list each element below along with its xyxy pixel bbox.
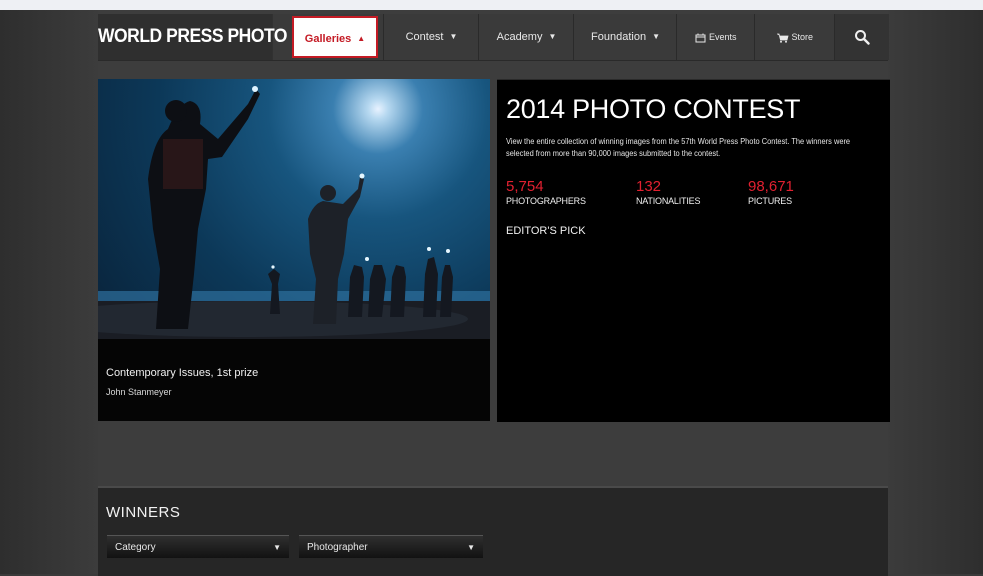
contest-title: 2014 PHOTO CONTEST xyxy=(506,94,801,124)
category-select-value: Category xyxy=(115,542,156,553)
photographer-select[interactable]: Photographer ▼ xyxy=(299,535,483,558)
photo-caption-author[interactable]: John Stanmeyer xyxy=(106,387,172,397)
nav-store[interactable]: Store xyxy=(754,14,835,60)
nav-foundation[interactable]: Foundation ▼ xyxy=(573,14,677,60)
winners-section: WINNERS Category ▼ Photographer ▼ xyxy=(98,486,888,576)
main-navigation: WORLD PRESS PHOTO Galleries ▲ Contest ▼ Ac… xyxy=(98,14,889,61)
stat-label: NATIONALITIES xyxy=(636,196,701,206)
chevron-down-icon: ▼ xyxy=(273,543,281,552)
nav-galleries[interactable]: Galleries ▲ xyxy=(292,16,378,58)
stat-value: 132 xyxy=(636,178,662,195)
nav-academy-label: Academy xyxy=(496,31,543,43)
nav-store-label: Store xyxy=(791,32,814,42)
cart-icon xyxy=(776,33,789,43)
nav-contest-label: Contest xyxy=(405,31,444,43)
browser-top-strip xyxy=(0,0,983,10)
nav-events[interactable]: Events xyxy=(676,14,755,60)
photo-caption-title[interactable]: Contemporary Issues, 1st prize xyxy=(106,367,258,379)
nav-foundation-label: Foundation xyxy=(591,31,647,43)
nav-events-label: Events xyxy=(709,32,737,42)
stat-label: PICTURES xyxy=(748,196,792,206)
calendar-icon xyxy=(695,33,706,43)
photographer-select-value: Photographer xyxy=(307,542,368,553)
editors-pick-heading: EDITOR'S PICK xyxy=(506,225,586,237)
search-button[interactable] xyxy=(834,14,889,60)
editors-pick-content[interactable] xyxy=(497,242,890,422)
chevron-down-icon: ▼ xyxy=(652,32,660,42)
photo-illustration xyxy=(98,86,490,339)
search-icon xyxy=(855,30,870,45)
stat-value: 5,754 xyxy=(506,178,544,195)
nav-contest[interactable]: Contest ▼ xyxy=(383,14,479,60)
chevron-down-icon: ▼ xyxy=(467,543,475,552)
contest-panel: 2014 PHOTO CONTEST View the entire colle… xyxy=(497,79,890,422)
stat-nationalities: 132 NATIONALITIES xyxy=(636,178,700,206)
featured-photo[interactable] xyxy=(98,79,490,339)
chevron-down-icon: ▼ xyxy=(548,32,557,42)
page-background-right xyxy=(885,10,983,574)
winners-heading: WINNERS xyxy=(106,504,181,521)
stat-label: PHOTOGRAPHERS xyxy=(506,196,586,206)
site-logo[interactable]: WORLD PRESS PHOTO xyxy=(98,14,287,60)
chevron-up-icon: ▲ xyxy=(357,34,366,44)
nav-galleries-label: Galleries xyxy=(304,33,352,45)
nav-academy[interactable]: Academy ▼ xyxy=(478,14,574,60)
stat-photographers: 5,754 PHOTOGRAPHERS xyxy=(506,178,586,206)
featured-photo-card[interactable]: Contemporary Issues, 1st prize John Stan… xyxy=(98,79,490,421)
category-select[interactable]: Category ▼ xyxy=(107,535,289,558)
contest-description: View the entire collection of winning im… xyxy=(506,137,851,158)
stat-value: 98,671 xyxy=(748,178,794,195)
chevron-down-icon: ▼ xyxy=(449,32,458,42)
stat-pictures: 98,671 PICTURES xyxy=(748,178,794,206)
page-background-left xyxy=(0,10,98,574)
